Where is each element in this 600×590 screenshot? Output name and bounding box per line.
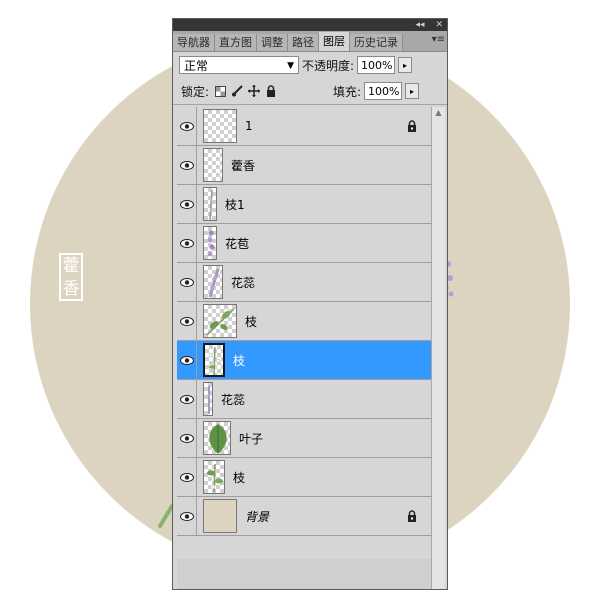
layer-thumbnail [203, 382, 213, 416]
visibility-eye-icon[interactable] [177, 145, 197, 185]
tab-navigator[interactable]: 导航器 [173, 34, 215, 51]
layer-thumbnail [203, 460, 225, 494]
layer-name[interactable]: 背景 [245, 508, 269, 525]
layer-lock-icon [408, 120, 416, 132]
layer-name[interactable]: 花蕊 [221, 391, 245, 408]
layer-thumbnail [203, 226, 217, 260]
blend-opacity-row: 正常 ▼ 不透明度: 100% ▸ [173, 52, 447, 78]
visibility-eye-icon[interactable] [177, 418, 197, 458]
seal-char-1: 藿 [62, 256, 80, 276]
tab-histogram[interactable]: 直方图 [215, 34, 257, 51]
layer-row[interactable]: 枝 [177, 301, 431, 341]
panel-tabs: 导航器 直方图 调整 路径 图层 历史记录 ▾≡ [173, 31, 447, 52]
layer-name[interactable]: 枝 [233, 469, 245, 486]
layer-name[interactable]: 花苞 [225, 235, 249, 252]
layer-row[interactable]: 花蕊 [177, 262, 431, 302]
fill-input[interactable]: 100% [364, 82, 402, 100]
lock-label: 锁定: [181, 84, 210, 99]
layer-name[interactable]: 花蕊 [231, 274, 255, 291]
visibility-eye-icon[interactable] [177, 262, 197, 302]
layer-row[interactable]: 叶子 [177, 418, 431, 458]
lock-transparent-pixels-icon[interactable] [214, 85, 226, 97]
tab-layers[interactable]: 图层 [319, 32, 350, 51]
layer-lock-icon [408, 510, 416, 522]
panel-menu-icon[interactable]: ▾≡ [432, 34, 445, 45]
layer-thumbnail [203, 109, 237, 143]
layer-thumbnail [203, 421, 231, 455]
visibility-eye-icon[interactable] [177, 379, 197, 419]
dropdown-caret-icon: ▼ [287, 61, 294, 71]
fill-label: 填充: [332, 84, 361, 99]
layer-row[interactable]: 花苞 [177, 223, 431, 263]
visibility-eye-icon[interactable] [177, 340, 197, 380]
layer-thumbnail [203, 265, 223, 299]
layer-row[interactable]: 花蕊 [177, 379, 431, 419]
layers-list: 1 藿香 枝1 花苞 花蕊 枝 枝 花蕊 叶子 枝 背景 [177, 106, 431, 559]
layers-empty-area [177, 559, 431, 589]
visibility-eye-icon[interactable] [177, 457, 197, 497]
lock-image-pixels-brush-icon[interactable] [231, 85, 243, 97]
seal-char-2: 香 [62, 279, 80, 299]
layer-row-background[interactable]: 背景 [177, 496, 431, 536]
layers-panel: ◂◂ ✕ 导航器 直方图 调整 路径 图层 历史记录 ▾≡ 正常 ▼ 不透明度:… [172, 18, 448, 590]
layer-row[interactable]: 1 [177, 106, 431, 146]
layer-row[interactable]: 枝1 [177, 184, 431, 224]
layer-thumbnail [203, 499, 237, 533]
lock-position-move-icon[interactable] [248, 85, 261, 97]
layer-row[interactable]: 枝 [177, 457, 431, 497]
layer-name[interactable]: 枝1 [225, 196, 245, 213]
layer-thumbnail [203, 148, 223, 182]
visibility-eye-icon[interactable] [177, 223, 197, 263]
collapse-icon[interactable]: ◂◂ [416, 20, 425, 30]
layer-row[interactable]: 藿香 [177, 145, 431, 185]
visibility-eye-icon[interactable] [177, 184, 197, 224]
tab-adjustments[interactable]: 调整 [257, 34, 288, 51]
close-icon[interactable]: ✕ [435, 20, 443, 30]
panel-titlebar: ◂◂ ✕ [173, 19, 447, 31]
layer-name[interactable]: 叶子 [239, 430, 263, 447]
opacity-slider-button[interactable]: ▸ [398, 57, 413, 73]
opacity-input[interactable]: 100% [357, 56, 396, 74]
layer-name[interactable]: 1 [245, 119, 253, 133]
layer-thumbnail [203, 343, 225, 377]
blend-mode-select[interactable]: 正常 ▼ [179, 56, 299, 74]
fill-slider-button[interactable]: ▸ [405, 83, 419, 99]
visibility-eye-icon[interactable] [177, 301, 197, 341]
layer-thumbnail [203, 304, 237, 338]
layer-name[interactable]: 枝 [233, 352, 245, 369]
blend-mode-value: 正常 [184, 59, 209, 73]
layer-name[interactable]: 枝 [245, 313, 257, 330]
layer-row-selected[interactable]: 枝 [177, 340, 431, 380]
layers-scrollbar[interactable]: ▲ [431, 107, 445, 589]
visibility-eye-icon[interactable] [177, 496, 197, 536]
layer-name[interactable]: 藿香 [231, 157, 255, 174]
lock-all-icon[interactable] [265, 85, 277, 97]
visibility-eye-icon[interactable] [177, 106, 197, 146]
lock-fill-row: 锁定: 填充: 100% ▸ [173, 78, 447, 105]
scroll-up-arrow-icon[interactable]: ▲ [432, 107, 445, 119]
title-seal: 藿 香 [59, 253, 83, 301]
tab-paths[interactable]: 路径 [288, 34, 319, 51]
opacity-label: 不透明度: [302, 58, 355, 73]
tab-history[interactable]: 历史记录 [350, 34, 403, 51]
layer-thumbnail [203, 187, 217, 221]
fill-group: 填充: 100% ▸ [333, 82, 447, 100]
